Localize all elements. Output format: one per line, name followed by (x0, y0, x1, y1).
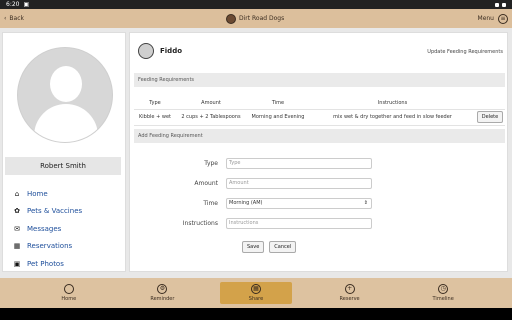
amount-label: Amount (194, 179, 218, 187)
top-bar: ‹ Back Dirt Road Dogs Menu ≡ (0, 9, 512, 28)
sidebar-item-label: Reservations (27, 242, 73, 251)
instructions-label: Instructions (182, 219, 218, 227)
sidebar-item-label: Pet Photos (27, 259, 64, 268)
pet-name: Fiddo (160, 47, 183, 55)
type-input[interactable]: Type (226, 157, 372, 169)
tab-label: Reminder (150, 296, 175, 302)
bottom-nav: Home ⚙ Reminder ▦ Share + Reserve ◷ Time… (0, 278, 512, 308)
cell-time: Morning and Evening (246, 109, 310, 126)
menu-button[interactable]: Menu ≡ (477, 13, 508, 24)
home-icon: ⌂ (14, 189, 20, 198)
sidebar-item-home[interactable]: ⌂ Home (11, 185, 123, 203)
plus-icon: + (344, 284, 355, 294)
user-name: Robert Smith (5, 157, 121, 175)
tab-label: Share (248, 296, 264, 302)
delete-button[interactable]: Delete (476, 111, 504, 123)
time-label: Time (203, 199, 218, 207)
timeline-icon: ◷ (438, 284, 449, 294)
sidebar-item-label: Messages (27, 224, 62, 233)
calendar-icon: ▦ (13, 242, 21, 251)
chevron-left-icon: ‹ (4, 15, 7, 22)
tab-label: Home (61, 296, 77, 302)
cell-instructions: mix wet & dry together and feed in slow … (310, 109, 475, 126)
back-label: Back (9, 15, 24, 22)
envelope-icon: ✉ (14, 224, 20, 233)
back-button[interactable]: ‹ Back (4, 15, 24, 22)
wifi-icon (495, 2, 499, 7)
add-section-title: Add Feeding Requirement (134, 129, 505, 143)
content-area: Robert Smith ⌂ Home ✿ Pets & Vaccines ✉ … (0, 28, 512, 278)
column-header: Type (134, 97, 176, 110)
pet-avatar (138, 43, 154, 59)
tab-reserve[interactable]: + Reserve (314, 282, 386, 304)
update-feeding-link[interactable]: Update Feeding Requirements (427, 49, 503, 55)
main-panel: Fiddo Update Feeding Requirements Feedin… (129, 32, 508, 272)
sidebar-item-pet-photos[interactable]: ▣ Pet Photos (11, 255, 123, 273)
avatar (17, 47, 113, 143)
sidebar-item-label: Pets & Vaccines (27, 207, 83, 216)
tab-share[interactable]: ▦ Share (219, 282, 292, 304)
cancel-button[interactable]: Cancel (269, 241, 297, 253)
table-row: Kibble + wet 2 cups + 2 Tablespoons Morn… (134, 109, 505, 126)
photo-icon: ▣ (13, 259, 21, 268)
column-header: Amount (176, 97, 246, 110)
notification-icon: ▣ (23, 1, 30, 8)
sidebar-nav: ⌂ Home ✿ Pets & Vaccines ✉ Messages ▦ Re… (11, 185, 123, 273)
system-nav-bar (0, 308, 512, 320)
cell-amount: 2 cups + 2 Tablespoons (176, 109, 246, 126)
gear-icon: ⚙ (157, 284, 168, 294)
tab-label: Timeline (432, 296, 454, 302)
tab-timeline[interactable]: ◷ Timeline (407, 282, 479, 304)
menu-icon: ≡ (498, 13, 508, 24)
save-button[interactable]: Save (242, 241, 265, 253)
brand: Dirt Road Dogs (226, 13, 285, 24)
column-header: Time (246, 97, 310, 110)
amount-input[interactable]: Amount (226, 177, 372, 189)
time-select[interactable]: Morning (AM) ⇕ (226, 197, 372, 209)
home-icon (63, 284, 74, 294)
feeding-section-title: Feeding Requirements (134, 73, 505, 87)
menu-label: Menu (477, 15, 494, 22)
pet-header: Fiddo (138, 43, 182, 59)
sidebar-item-messages[interactable]: ✉ Messages (11, 220, 123, 238)
tab-label: Reserve (339, 296, 360, 302)
column-header (475, 97, 505, 110)
sidebar-item-reservations[interactable]: ▦ Reservations (11, 238, 123, 256)
status-time: 6:20 (6, 1, 20, 8)
feeding-table: Type Amount Time Instructions Kibble + w… (134, 97, 505, 126)
status-bar: 6:20 ▣ (0, 0, 512, 9)
brand-title: Dirt Road Dogs (239, 15, 285, 22)
instructions-input[interactable]: Instructions (226, 217, 372, 229)
battery-icon (502, 2, 506, 7)
cell-type: Kibble + wet (134, 109, 176, 126)
share-icon: ▦ (250, 284, 261, 294)
chevron-updown-icon: ⇕ (363, 200, 368, 206)
brand-logo (226, 13, 236, 24)
sidebar-item-pets-vaccines[interactable]: ✿ Pets & Vaccines (11, 203, 123, 221)
time-select-value: Morning (AM) (229, 200, 263, 206)
add-feeding-form: Type Type Amount Amount Time Morning (AM… (138, 153, 498, 253)
tab-reminder[interactable]: ⚙ Reminder (126, 282, 198, 304)
sidebar-item-label: Home (27, 189, 48, 198)
table-header-row: Type Amount Time Instructions (134, 97, 505, 110)
sidebar: Robert Smith ⌂ Home ✿ Pets & Vaccines ✉ … (2, 32, 126, 272)
type-label: Type (204, 159, 218, 167)
column-header: Instructions (310, 97, 475, 110)
paw-icon: ✿ (14, 207, 20, 216)
tab-home[interactable]: Home (33, 282, 105, 304)
